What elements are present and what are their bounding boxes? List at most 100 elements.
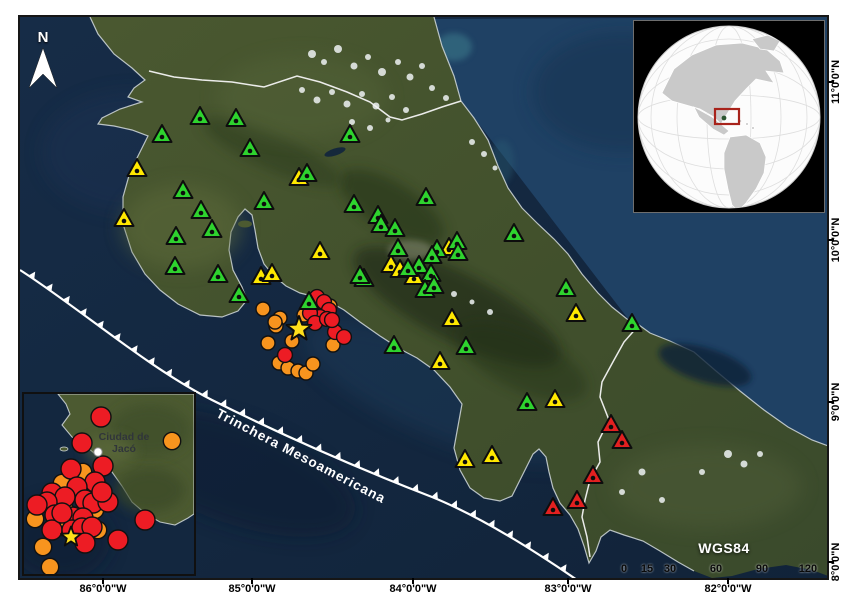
station-center-dot	[234, 119, 239, 124]
station-center-dot	[270, 274, 275, 279]
scale-bar-number: 15	[641, 563, 653, 575]
station-center-dot	[181, 191, 186, 196]
latitude-label: 11°0'0"N	[830, 60, 842, 104]
earthquake-epicenter-orange	[261, 336, 275, 350]
station-center-dot	[406, 269, 411, 274]
longitude-label: 86°0'0"W	[79, 583, 126, 595]
scale-bar-number: 30	[664, 563, 676, 575]
longitude-label: 82°0'0"W	[704, 583, 751, 595]
station-center-dot	[412, 277, 417, 282]
station-center-dot	[198, 117, 203, 122]
station-center-dot	[430, 256, 435, 261]
station-center-dot	[358, 276, 363, 281]
earthquake-epicenter-orange	[268, 315, 282, 329]
station-center-dot	[438, 362, 443, 367]
earthquake-epicenter-red	[61, 459, 81, 479]
inset-terrain	[115, 468, 185, 512]
station-center-dot	[216, 275, 221, 280]
map-figure: Trinchera Mesoamericana N WGS84 km 01530…	[0, 0, 850, 602]
station-center-dot	[237, 295, 242, 300]
station-center-dot	[210, 230, 215, 235]
jaco-inset-canvas: Ciudad de Jacó	[24, 394, 194, 574]
inset-island	[60, 447, 68, 451]
latitude-label: 10°0'0"N	[830, 218, 842, 263]
station-center-dot	[575, 501, 580, 506]
station-center-dot	[135, 169, 140, 174]
station-center-dot	[463, 460, 468, 465]
latitude-label: 9°0'0"N	[830, 383, 842, 422]
station-center-dot	[379, 225, 384, 230]
station-center-dot	[609, 425, 614, 430]
scale-bar-segment	[658, 578, 669, 580]
station-center-dot	[456, 253, 461, 258]
costa-rica-highlight	[722, 116, 727, 121]
station-center-dot	[392, 346, 397, 351]
station-center-dot	[450, 319, 455, 324]
scale-bar-number: 0	[621, 563, 627, 575]
station-center-dot	[122, 219, 127, 224]
scale-bar-segment	[624, 578, 635, 580]
earthquake-epicenter-red	[92, 482, 112, 502]
station-center-dot	[396, 249, 401, 254]
station-center-dot	[160, 135, 165, 140]
station-center-dot	[525, 403, 530, 408]
station-center-dot	[512, 234, 517, 239]
station-center-dot	[553, 400, 558, 405]
scale-bar-number: 120	[799, 563, 817, 575]
earthquake-epicenter-orange	[163, 432, 180, 449]
longitude-label: 84°0'0"W	[389, 583, 436, 595]
datum-label: WGS84	[684, 540, 764, 556]
scale-bar-segment	[762, 578, 808, 580]
jaco-city-label-line2: Jacó	[112, 443, 136, 455]
scale-bar-segment	[670, 578, 716, 580]
station-center-dot	[417, 266, 422, 271]
latitude-label: 8°0'0"N	[830, 543, 842, 582]
station-center-dot	[574, 314, 579, 319]
globe-locator-inset	[633, 20, 825, 213]
earthquake-epicenter-red	[72, 433, 92, 453]
globe-canvas	[634, 21, 824, 212]
station-center-dot	[352, 205, 357, 210]
station-center-dot	[630, 324, 635, 329]
scale-bar-number: 60	[710, 563, 722, 575]
scale-bar-segment	[647, 578, 658, 580]
scale-bar-segment	[716, 578, 762, 580]
earthquake-epicenter-red	[108, 530, 128, 550]
station-center-dot	[248, 149, 253, 154]
longitude-label: 83°0'0"W	[544, 583, 591, 595]
station-center-dot	[620, 441, 625, 446]
earthquake-epicenter-orange	[256, 302, 270, 316]
station-center-dot	[591, 476, 596, 481]
jaco-city-label-line1: Ciudad de	[99, 431, 150, 443]
jaco-city-dot	[94, 448, 102, 456]
earthquake-epicenter-red	[325, 313, 340, 328]
station-center-dot	[424, 198, 429, 203]
earthquake-epicenter-red	[135, 510, 155, 530]
longitude-label: 85°0'0"W	[228, 583, 275, 595]
station-center-dot	[199, 211, 204, 216]
north-label: N	[38, 29, 49, 46]
station-center-dot	[490, 456, 495, 461]
station-center-dot	[348, 135, 353, 140]
jaco-zoom-inset: Ciudad de Jacó	[22, 392, 196, 576]
station-center-dot	[564, 289, 569, 294]
scale-bar-number: 90	[756, 563, 768, 575]
earthquake-epicenter-red	[337, 330, 352, 345]
station-center-dot	[432, 286, 437, 291]
station-center-dot	[389, 265, 394, 270]
earthquake-epicenter-red	[91, 407, 111, 427]
earthquake-epicenter-red	[52, 503, 72, 523]
station-center-dot	[173, 267, 178, 272]
station-center-dot	[305, 174, 310, 179]
station-center-dot	[318, 252, 323, 257]
scale-bar-segment	[635, 578, 646, 580]
station-center-dot	[307, 302, 312, 307]
station-center-dot	[393, 229, 398, 234]
station-center-dot	[174, 237, 179, 242]
earthquake-epicenter-red	[27, 495, 47, 515]
earthquake-epicenter-orange	[41, 558, 58, 574]
earthquake-epicenter-orange	[306, 357, 320, 371]
station-center-dot	[551, 508, 556, 513]
earthquake-epicenter-orange	[34, 538, 51, 555]
station-center-dot	[262, 202, 267, 207]
